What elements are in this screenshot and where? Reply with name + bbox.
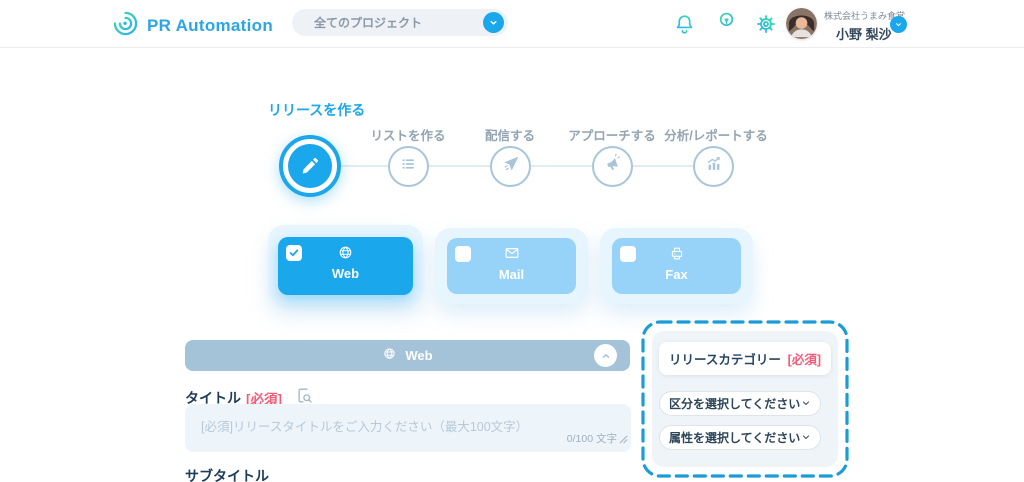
channel-card-mail[interactable]: Mail	[447, 238, 576, 294]
top-bar: PR Automation 全てのプロジェクト	[0, 0, 1024, 48]
avatar[interactable]	[786, 8, 817, 39]
channel-label-mail: Mail	[447, 267, 576, 282]
megaphone-icon	[603, 154, 623, 179]
category-division-value: 区分を選択してください	[669, 395, 800, 412]
step-analyze-report[interactable]	[693, 146, 734, 187]
release-title-input[interactable]	[185, 404, 631, 452]
chevron-down-icon	[801, 429, 811, 447]
list-icon	[399, 154, 419, 179]
project-selector[interactable]: 全てのプロジェクト	[292, 9, 508, 36]
project-selector-value: 全てのプロジェクト	[314, 14, 422, 31]
step-connector	[341, 165, 388, 167]
channel-label-fax: Fax	[612, 267, 741, 282]
globe-icon	[382, 346, 397, 366]
step-label-create-release: リリースを作る	[268, 100, 365, 120]
category-attribute-select[interactable]: 属性を選択してください	[659, 425, 821, 450]
char-counter: 0/100 文字	[567, 431, 617, 446]
logo-spiral-icon	[112, 10, 139, 42]
category-panel-header: リリースカテゴリー [必須]	[659, 342, 831, 375]
web-section-title: Web	[405, 348, 432, 363]
resize-grip[interactable]	[619, 431, 628, 449]
brand-name: PR Automation	[147, 16, 273, 36]
paper-plane-icon	[501, 154, 521, 179]
gear-icon[interactable]	[753, 11, 779, 37]
step-create-list[interactable]	[388, 146, 429, 187]
bar-chart-icon	[704, 154, 724, 179]
step-label-analyze-report: 分析/レポートする	[642, 125, 790, 144]
mail-icon	[447, 245, 576, 261]
globe-icon	[278, 244, 413, 261]
step-connector	[429, 165, 490, 167]
chevron-down-icon	[801, 395, 811, 413]
bell-icon[interactable]	[672, 12, 698, 38]
collapse-chevron-up-icon[interactable]	[594, 344, 617, 367]
step-approach[interactable]	[592, 146, 633, 187]
category-title: リリースカテゴリー	[669, 349, 781, 368]
step-label-create-list: リストを作る	[348, 125, 468, 144]
category-attribute-value: 属性を選択してください	[669, 429, 800, 446]
step-connector	[633, 165, 693, 167]
step-label-distribute: 配信する	[460, 125, 560, 144]
channel-card-fax[interactable]: Fax	[612, 238, 741, 294]
category-division-select[interactable]: 区分を選択してください	[659, 391, 821, 416]
pencil-icon	[288, 144, 332, 188]
step-distribute[interactable]	[490, 146, 531, 187]
channel-card-web[interactable]: Web	[278, 237, 413, 295]
release-title-input-wrap: 0/100 文字	[185, 404, 631, 452]
user-menu-chevron-down-icon[interactable]	[890, 16, 907, 33]
web-section-header[interactable]: Web	[185, 340, 630, 371]
brand-logo[interactable]: PR Automation	[112, 10, 273, 42]
subtitle-label: サブタイトル	[185, 466, 269, 482]
pr-automation-page: PR Automation 全てのプロジェクト	[0, 0, 1024, 482]
category-required-badge: [必須]	[788, 349, 821, 368]
chevron-down-icon	[483, 12, 504, 33]
step-connector	[531, 165, 592, 167]
step-create-release[interactable]	[279, 135, 341, 197]
lightbulb-icon[interactable]	[714, 10, 740, 36]
channel-label-web: Web	[278, 266, 413, 281]
fax-printer-icon	[612, 245, 741, 262]
